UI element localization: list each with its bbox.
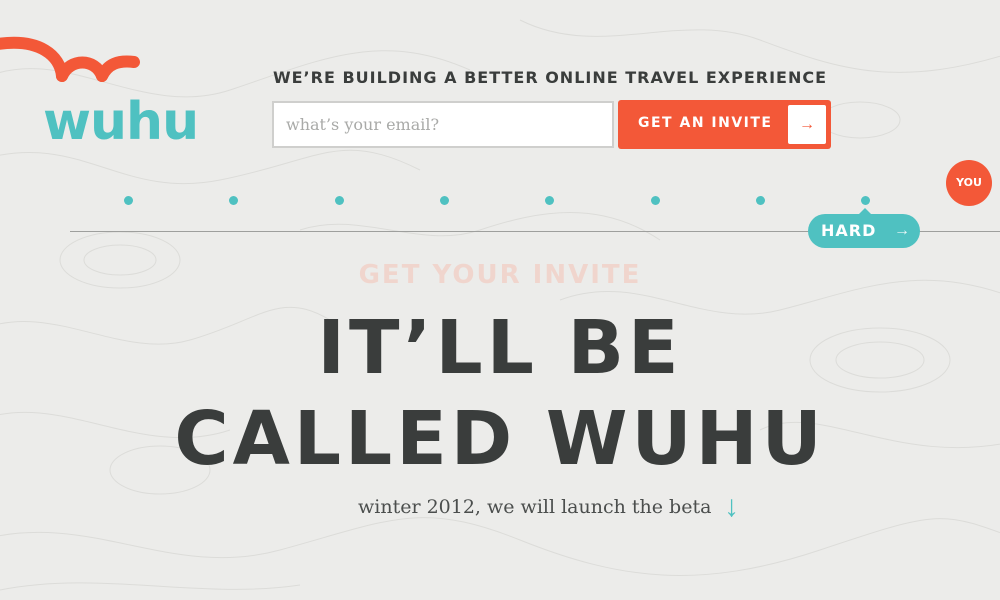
ghost-section-title: GET YOUR INVITE [358, 260, 642, 290]
timeline-dot[interactable] [440, 196, 449, 205]
email-input[interactable] [272, 101, 614, 148]
hero-headline-line-1: IT’LL BE [317, 305, 683, 391]
timeline-dot[interactable] [229, 196, 238, 205]
page-tagline: WE’RE BUILDING A BETTER ONLINE TRAVEL EX… [272, 68, 828, 87]
timeline-dot[interactable] [335, 196, 344, 205]
hard-difficulty-button[interactable]: HARD → [808, 208, 920, 248]
get-invite-label: GET AN INVITE [638, 115, 773, 131]
right-arrow-icon: → [894, 222, 910, 239]
you-badge: YOU [946, 160, 992, 206]
right-arrow-icon: → [788, 105, 826, 144]
get-invite-button[interactable]: GET AN INVITE → [618, 100, 831, 149]
hard-label: HARD [821, 221, 877, 240]
timeline-dot[interactable] [861, 196, 870, 205]
logo-wordmark: wuhu [43, 92, 199, 152]
timeline-dot[interactable] [124, 196, 133, 205]
hero-headline-line-2: CALLED WUHU [174, 396, 826, 482]
launch-subline: winter 2012, we will launch the beta [358, 496, 712, 518]
scroll-down-arrow-icon[interactable]: ↓ [724, 490, 739, 524]
timeline-dot[interactable] [545, 196, 554, 205]
wuhu-logo[interactable]: wuhu [0, 34, 220, 154]
timeline-dot[interactable] [651, 196, 660, 205]
timeline-dot[interactable] [756, 196, 765, 205]
